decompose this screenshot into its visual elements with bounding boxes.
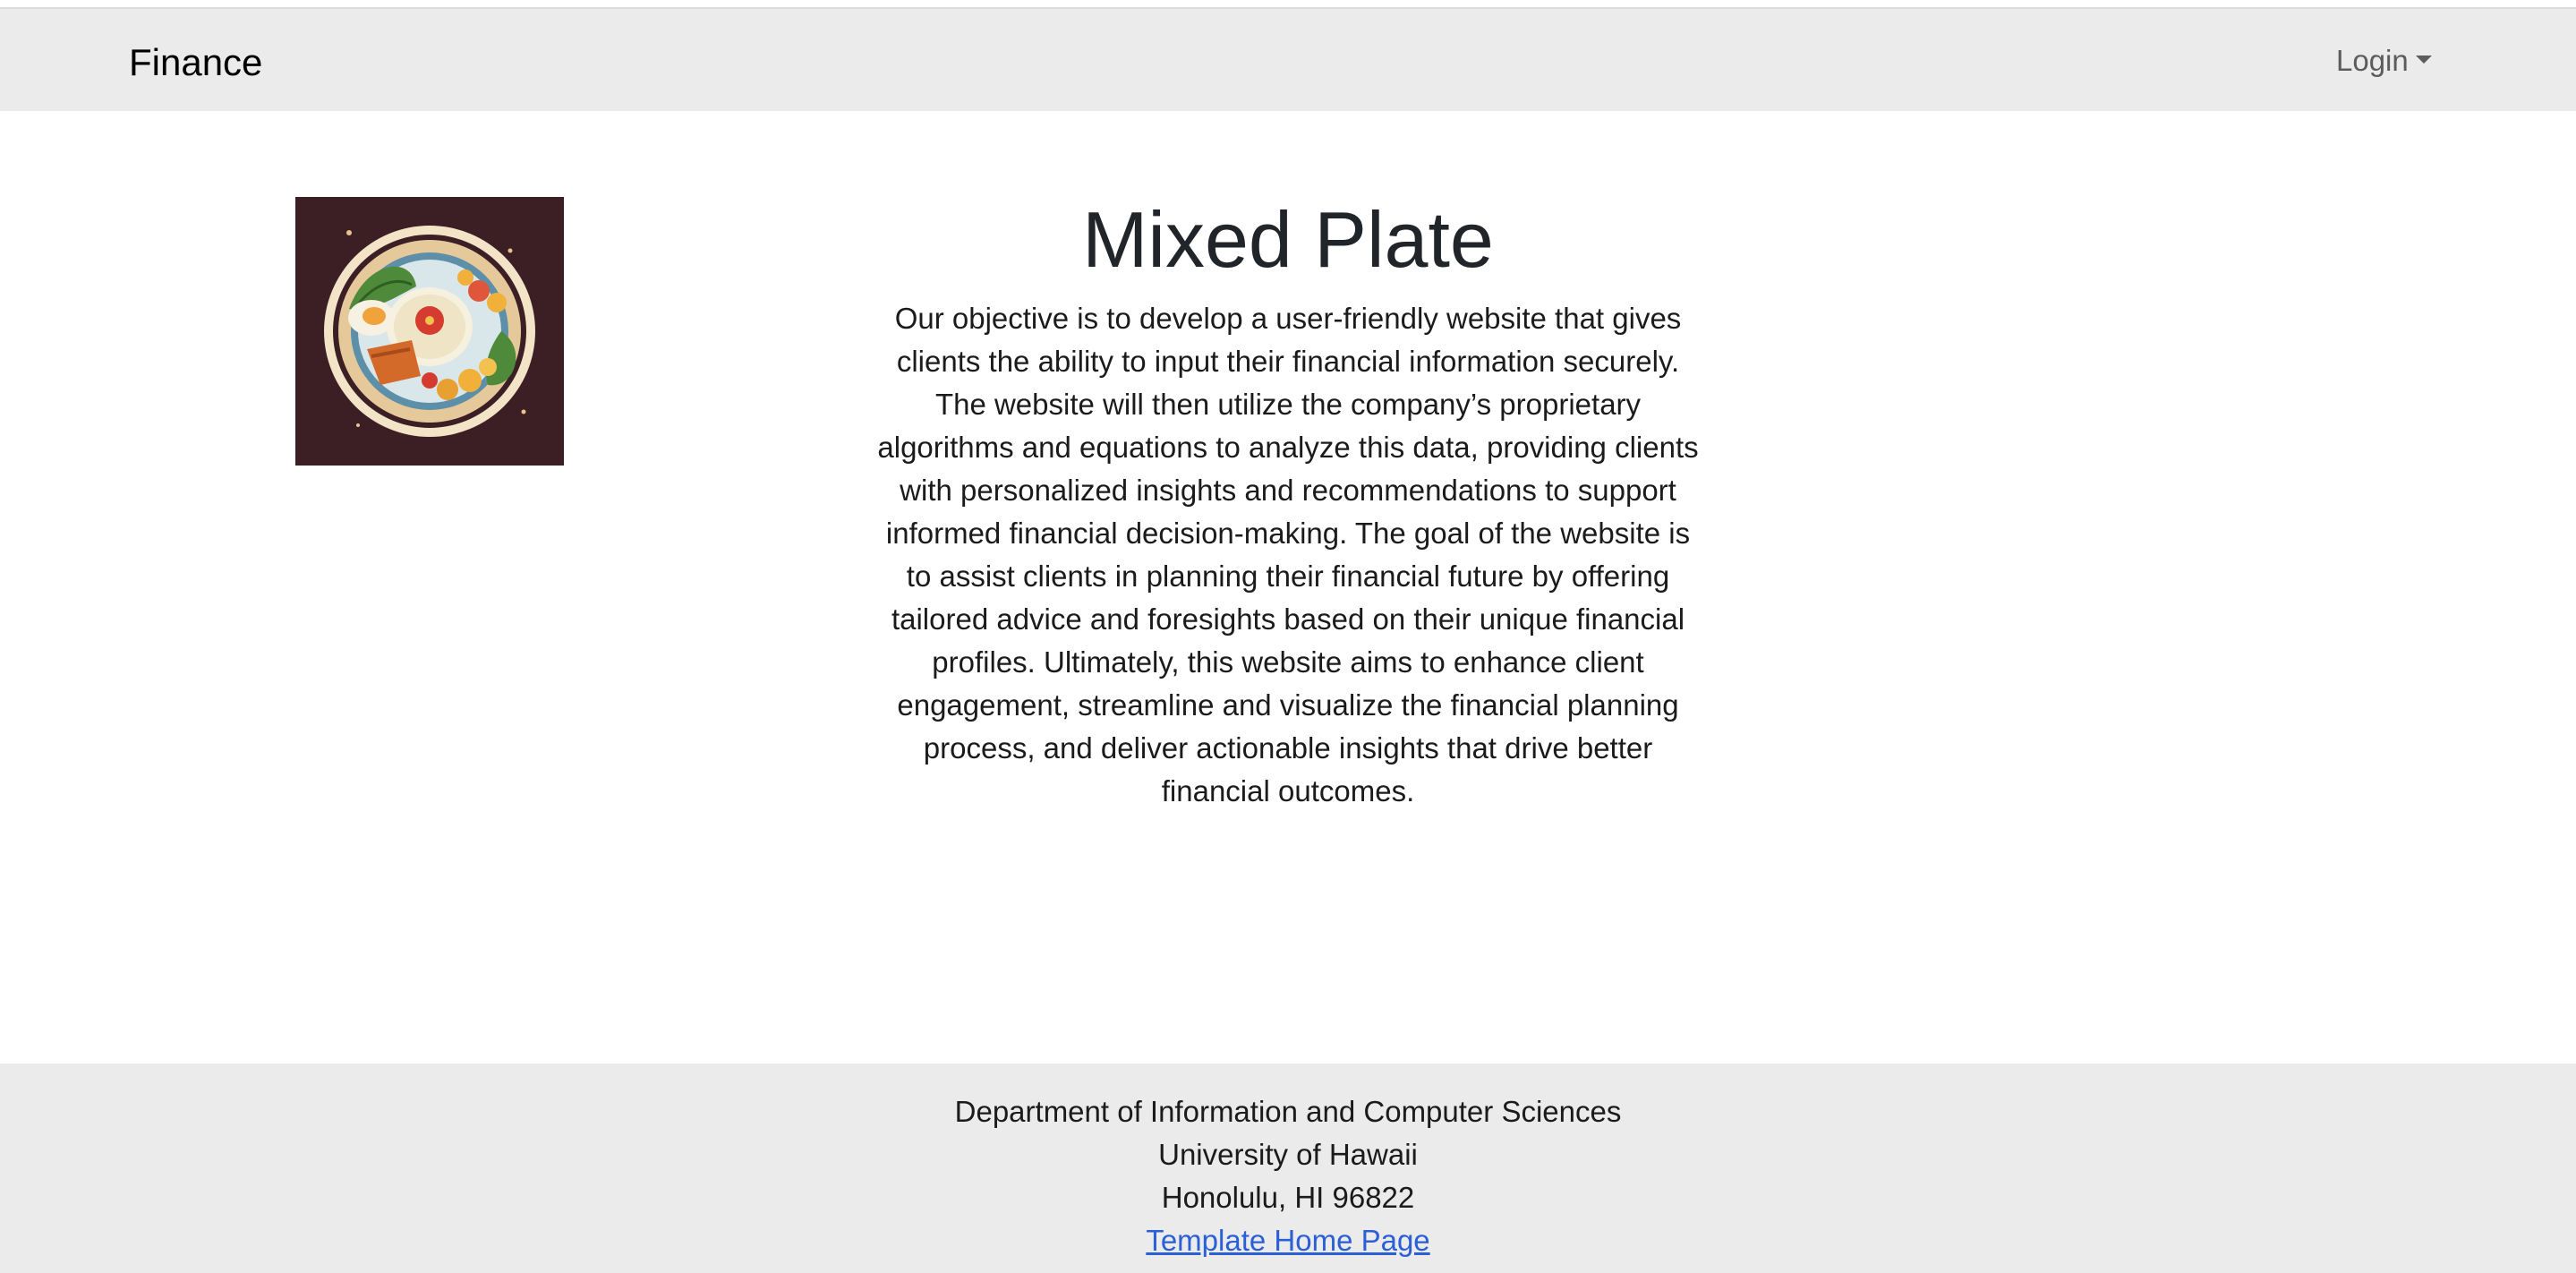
footer-university: University of Hawaii	[1158, 1138, 1418, 1171]
page-title: Mixed Plate	[1082, 195, 1494, 284]
top-rule	[0, 0, 2576, 9]
footer-department: Department of Information and Computer S…	[954, 1095, 1622, 1128]
footer: Department of Information and Computer S…	[0, 1064, 2576, 1273]
navbar: Finance Login	[0, 9, 2576, 111]
project-description: Our objective is to develop a user-frien…	[877, 302, 1699, 807]
template-home-link[interactable]: Template Home Page	[1146, 1224, 1429, 1257]
footer-address: Honolulu, HI 96822	[1161, 1181, 1415, 1214]
login-label: Login	[2336, 44, 2409, 77]
navbar-brand[interactable]: Finance	[129, 39, 262, 86]
caret-down-icon	[2415, 55, 2432, 64]
login-dropdown[interactable]: Login	[2336, 41, 2432, 81]
